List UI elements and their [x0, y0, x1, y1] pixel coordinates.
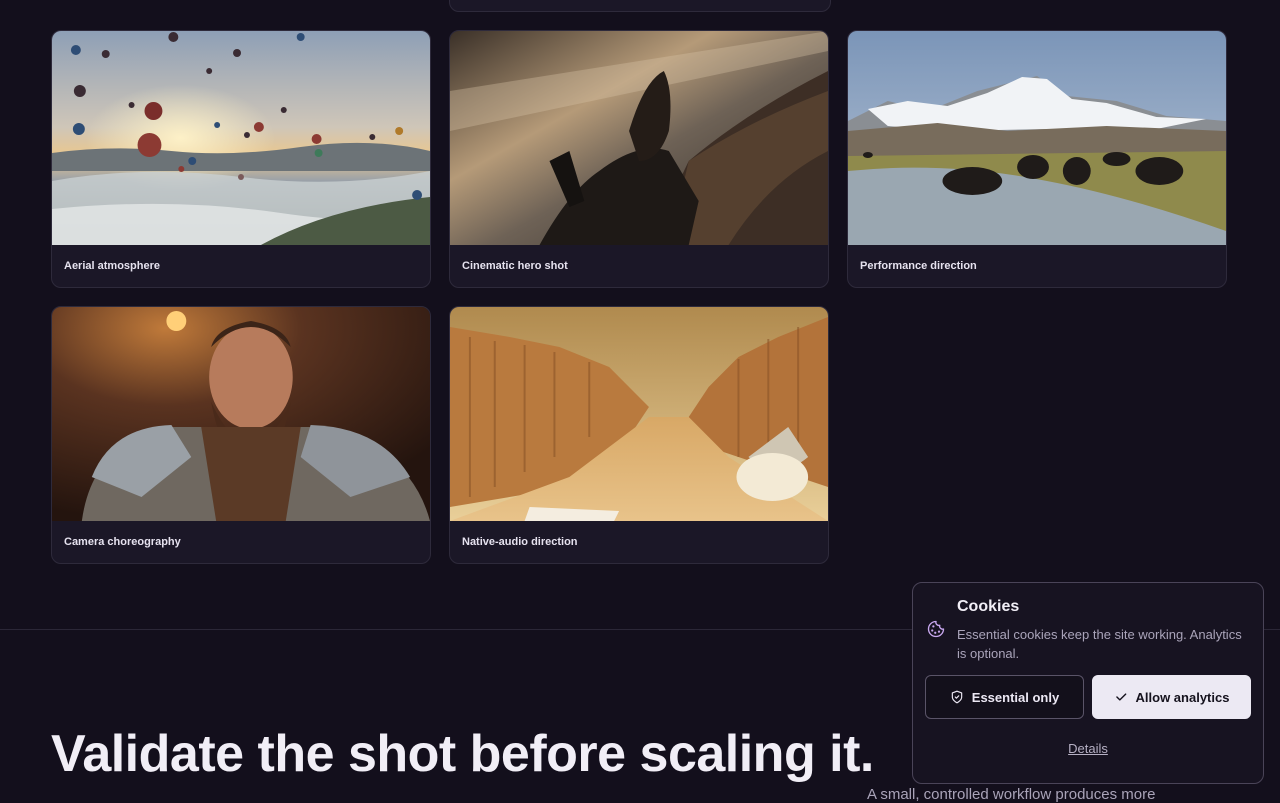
- gallery-card-native-audio[interactable]: Native-audio direction: [449, 306, 829, 564]
- check-icon: [1115, 693, 1126, 701]
- card-thumbnail-canyon: [450, 307, 828, 521]
- card-thumbnail-warrior: [52, 307, 430, 521]
- essential-only-button[interactable]: Essential only: [925, 675, 1084, 719]
- gallery-card-choreography[interactable]: Camera choreography: [51, 306, 431, 564]
- gallery-card-hero-shot[interactable]: Cinematic hero shot: [449, 30, 829, 288]
- card-caption: Camera choreography: [64, 536, 181, 548]
- section-lede: A small, controlled workflow produces mo…: [867, 786, 1156, 803]
- card-caption: Native-audio direction: [462, 536, 578, 548]
- card-thumbnail-yaks: [848, 31, 1226, 245]
- allow-analytics-button[interactable]: Allow analytics: [1092, 675, 1251, 719]
- card-thumbnail-dragon: [450, 31, 828, 245]
- cookie-banner: Cookies Essential cookies keep the site …: [912, 582, 1264, 784]
- gallery-card-aerial[interactable]: Aerial atmosphere: [51, 30, 431, 288]
- card-caption: Cinematic hero shot: [462, 260, 568, 272]
- cookie-description: Essential cookies keep the site working.…: [957, 627, 1242, 661]
- card-caption: Performance direction: [860, 260, 977, 272]
- allow-analytics-label: Allow analytics: [1135, 689, 1230, 705]
- shield-icon: [951, 690, 963, 704]
- gallery-card-partial: [449, 0, 831, 12]
- gallery-card-performance[interactable]: Performance direction: [847, 30, 1227, 288]
- cookie-title: Cookies: [957, 598, 1020, 615]
- section-headline: Validate the shot before scaling it.: [51, 725, 874, 783]
- details-link[interactable]: Details: [913, 741, 1263, 756]
- cookie-icon: [927, 620, 945, 638]
- card-caption: Aerial atmosphere: [64, 260, 160, 272]
- card-thumbnail-balloons: [52, 31, 430, 245]
- essential-only-label: Essential only: [971, 689, 1060, 705]
